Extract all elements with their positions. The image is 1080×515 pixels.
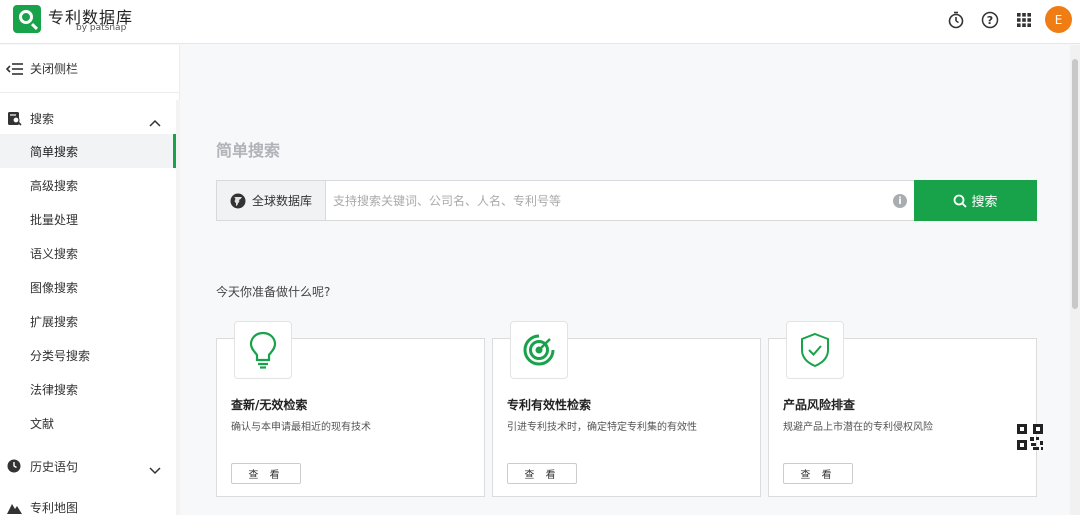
sidebar-item-extended-search[interactable]: 扩展搜索 <box>0 304 176 338</box>
main-scrollbar[interactable] <box>1070 45 1080 515</box>
avatar[interactable]: E <box>1045 6 1072 33</box>
help-icon[interactable]: ? <box>980 10 1000 30</box>
search-button[interactable]: 搜索 <box>914 180 1037 221</box>
search-doc-icon <box>6 110 22 126</box>
database-selector[interactable]: 全球数据库 <box>217 181 326 220</box>
search-input[interactable] <box>327 181 913 220</box>
sidebar-item-image-search[interactable]: 图像搜索 <box>0 270 176 304</box>
sidebar-item-advanced-search[interactable]: 高级搜索 <box>0 168 176 202</box>
prompt-question: 今天你准备做什么呢? <box>216 285 331 299</box>
card-title: 产品风险排查 <box>783 398 856 412</box>
card-novelty-search[interactable]: 查新/无效检索 确认与本申请最相近的现有技术 查 看 <box>216 321 485 497</box>
card-description: 规避产品上市潜在的专利侵权风险 <box>783 422 933 433</box>
card-description: 引进专利技术时，确定特定专利集的有效性 <box>507 422 697 433</box>
stopwatch-icon[interactable] <box>946 10 966 30</box>
sidebar-item-literature[interactable]: 文献 <box>0 406 176 440</box>
sidebar-section-label: 历史语句 <box>30 459 79 474</box>
qr-code-icon[interactable] <box>1016 423 1044 451</box>
sidebar-section-label: 搜索 <box>30 111 55 126</box>
sidebar-item-batch[interactable]: 批量处理 <box>0 202 176 236</box>
apps-grid-icon[interactable] <box>1014 10 1034 30</box>
sidebar-item-legal-search[interactable]: 法律搜索 <box>0 372 176 406</box>
lightbulb-icon <box>234 321 292 379</box>
sidebar-item-semantic-search[interactable]: 语义搜索 <box>0 236 176 270</box>
search-icon <box>953 194 968 208</box>
sidebar-section-search[interactable]: 搜索 <box>0 103 175 133</box>
search-bar: 全球数据库 i 搜索 <box>216 180 1037 221</box>
card-title: 查新/无效检索 <box>231 398 308 412</box>
sidebar-section-history[interactable]: 历史语句 <box>0 451 175 481</box>
card-description: 确认与本申请最相近的现有技术 <box>231 422 371 433</box>
database-label: 全球数据库 <box>252 194 313 208</box>
chevron-down-icon[interactable] <box>149 460 161 479</box>
view-button[interactable]: 查 看 <box>783 463 853 484</box>
search-button-label: 搜索 <box>971 195 998 210</box>
sidebar-section-label: 专利地图 <box>30 500 79 515</box>
globe-icon <box>230 193 246 209</box>
logo-icon[interactable] <box>13 5 41 33</box>
clock-icon <box>6 458 22 474</box>
scrollbar-thumb[interactable] <box>1072 59 1078 309</box>
close-sidebar-button[interactable]: 关闭侧栏 <box>0 45 180 93</box>
shield-check-icon <box>786 321 844 379</box>
top-header: 专利数据库 by patsnap ? E <box>0 0 1080 44</box>
page-title: 简单搜索 <box>216 141 281 160</box>
collapse-menu-icon <box>6 62 24 76</box>
card-validity-search[interactable]: 专利有效性检索 引进专利技术时，确定特定专利集的有效性 查 看 <box>492 321 761 497</box>
sidebar-section-patent-map[interactable]: 专利地图 <box>0 492 175 515</box>
info-icon[interactable]: i <box>893 194 907 208</box>
mountain-icon <box>6 499 22 515</box>
sidebar-item-classification-search[interactable]: 分类号搜索 <box>0 338 176 372</box>
svg-text:?: ? <box>987 14 993 27</box>
view-button[interactable]: 查 看 <box>231 463 301 484</box>
sidebar-item-simple-search[interactable]: 简单搜索 <box>0 134 176 168</box>
sidebar: 关闭侧栏 搜索 简单搜索 高级搜索 批量处理 语义搜索 图像搜索 扩展搜索 分类… <box>0 45 180 515</box>
card-title: 专利有效性检索 <box>507 398 592 412</box>
view-button[interactable]: 查 看 <box>507 463 577 484</box>
chevron-up-icon[interactable] <box>149 112 161 131</box>
sidebar-scrollbar[interactable] <box>176 100 180 515</box>
brand-byline: by patsnap <box>76 23 127 33</box>
close-sidebar-label: 关闭侧栏 <box>30 62 79 76</box>
card-risk-check[interactable]: 产品风险排查 规避产品上市潜在的专利侵权风险 查 看 <box>768 321 1037 497</box>
target-icon <box>510 321 568 379</box>
